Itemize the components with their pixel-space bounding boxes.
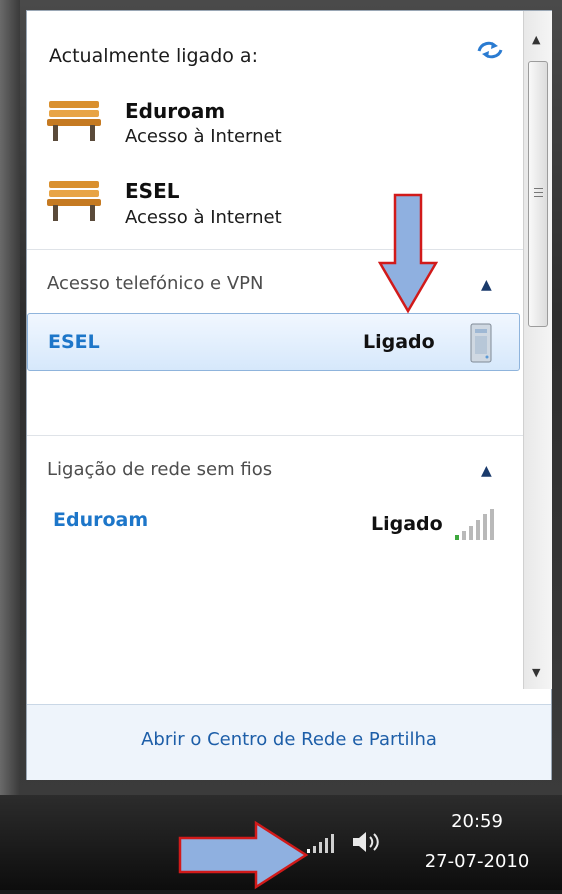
network-flyout-panel: Actualmente ligado a: Eduroam Acesso à I…	[26, 10, 552, 780]
network-tray-icon[interactable]	[306, 831, 340, 859]
annotation-arrow-right	[178, 820, 310, 894]
wireless-connection-name: Eduroam	[53, 509, 149, 531]
scroll-down-arrow-icon[interactable]: ▼	[532, 666, 540, 679]
refresh-icon[interactable]	[475, 37, 505, 67]
wireless-connection-row[interactable]: Eduroam Ligado	[27, 501, 523, 557]
separator	[27, 249, 523, 250]
chevron-up-icon[interactable]: ▲	[481, 277, 492, 293]
vpn-connection-row[interactable]: ESEL Ligado	[27, 313, 520, 371]
signal-bars-icon	[453, 507, 501, 547]
bench-icon	[45, 95, 105, 149]
volume-icon[interactable]	[350, 829, 382, 859]
separator	[27, 435, 523, 436]
clock-time[interactable]: 20:59	[412, 811, 542, 832]
clock-date[interactable]: 27-07-2010	[412, 851, 542, 872]
currently-connected-heading: Actualmente ligado a:	[49, 45, 258, 67]
connection-status: Acesso à Internet	[125, 207, 282, 228]
vpn-connection-status: Ligado	[363, 331, 435, 353]
flyout-footer: Abrir o Centro de Rede e Partilha	[27, 704, 551, 780]
connection-name: ESEL	[125, 179, 180, 203]
wireless-connection-status: Ligado	[371, 513, 443, 535]
wireless-section-title: Ligação de rede sem fios	[47, 459, 273, 480]
annotation-arrow-down	[377, 193, 439, 319]
vpn-section-title: Acesso telefónico e VPN	[47, 273, 264, 294]
vpn-server-icon	[468, 322, 494, 368]
chevron-up-icon[interactable]: ▲	[481, 463, 492, 479]
connection-status: Acesso à Internet	[125, 126, 282, 147]
scroll-up-arrow-icon[interactable]: ▲	[532, 33, 540, 46]
vpn-connection-name: ESEL	[48, 331, 100, 353]
bench-icon	[45, 175, 105, 229]
scrollbar[interactable]: ▲ ▼	[523, 11, 552, 689]
connection-name: Eduroam	[125, 99, 226, 123]
open-network-center-link[interactable]: Abrir o Centro de Rede e Partilha	[27, 729, 551, 750]
scrollbar-thumb[interactable]	[528, 61, 548, 327]
